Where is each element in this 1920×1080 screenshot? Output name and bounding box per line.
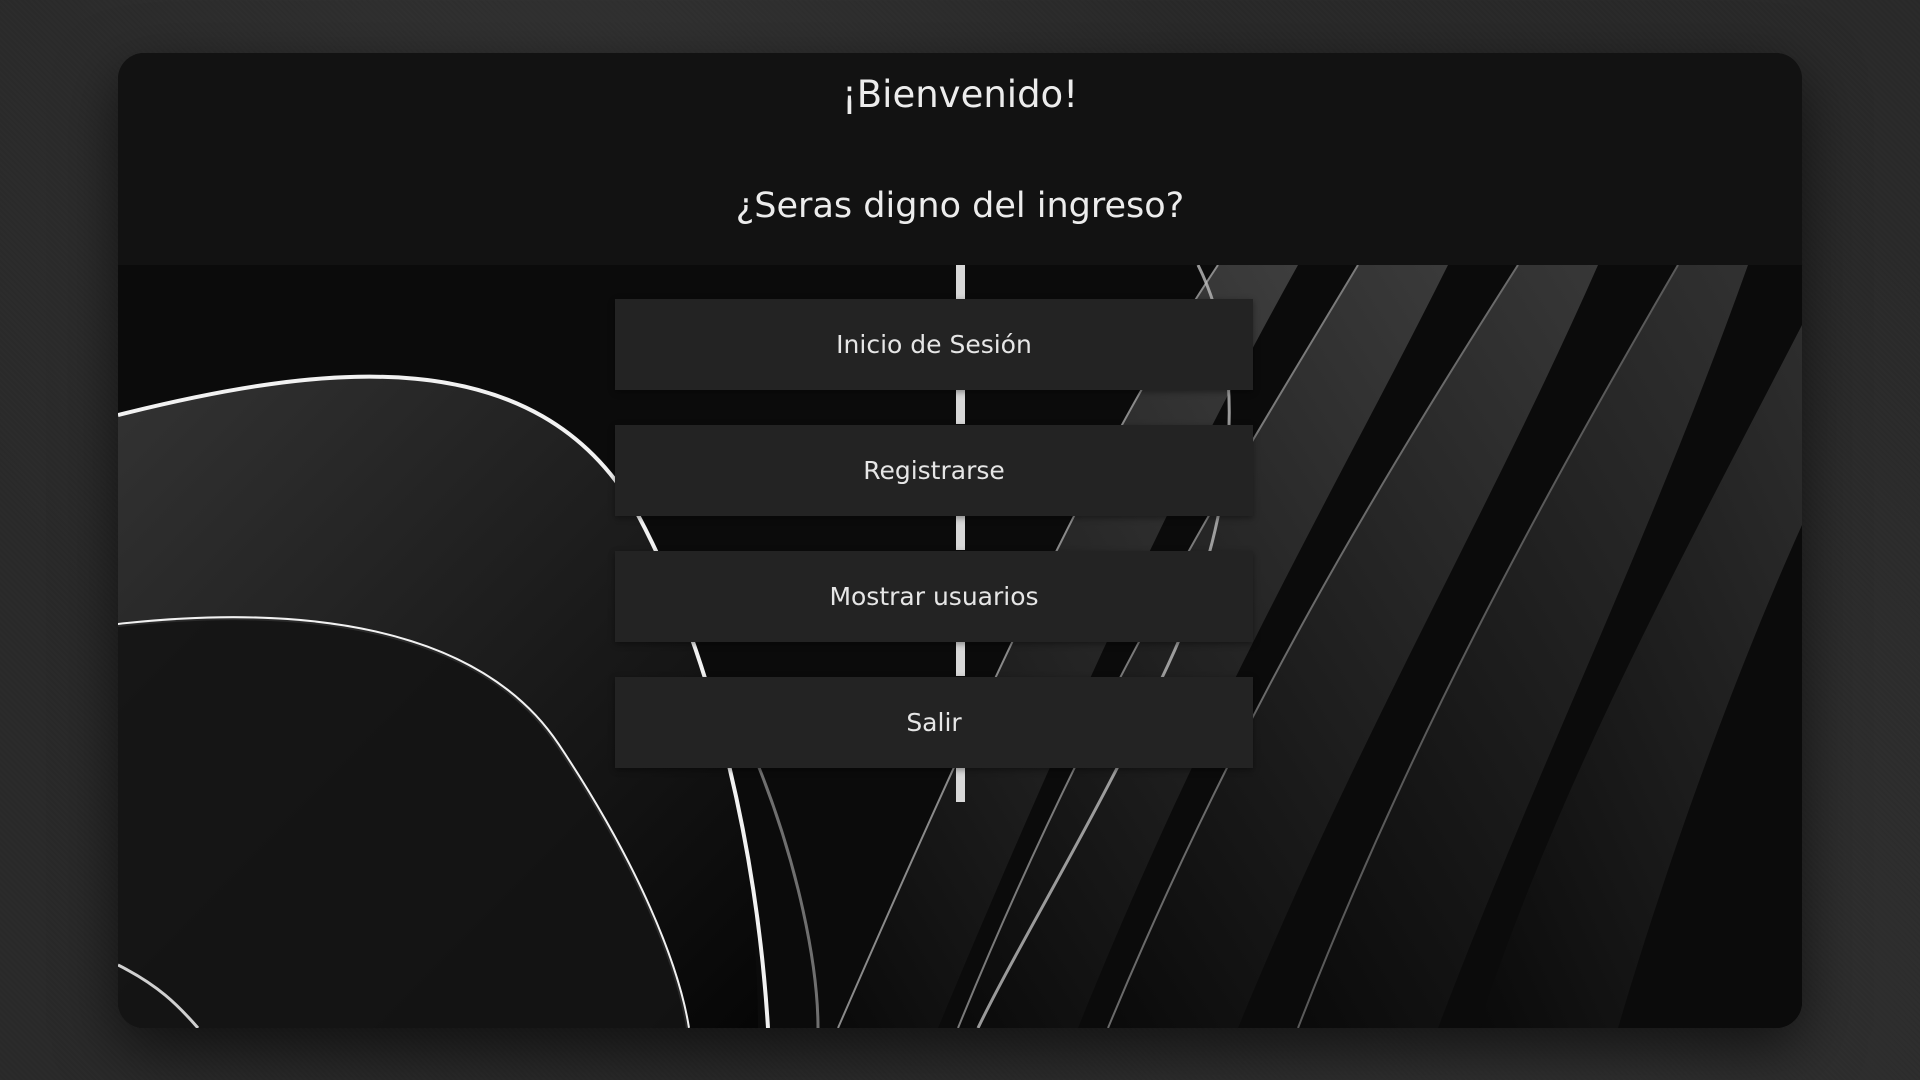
- app-window: ¡Bienvenido! ¿Seras digno del ingreso? I…: [118, 53, 1802, 1028]
- connector-bar: [956, 265, 965, 299]
- show-users-button[interactable]: Mostrar usuarios: [615, 551, 1253, 642]
- exit-button[interactable]: Salir: [615, 677, 1253, 768]
- login-button-label: Inicio de Sesión: [836, 330, 1032, 359]
- page-subtitle: ¿Seras digno del ingreso?: [735, 186, 1185, 226]
- register-button-label: Registrarse: [863, 456, 1005, 485]
- exit-button-label: Salir: [906, 708, 962, 737]
- login-button[interactable]: Inicio de Sesión: [615, 299, 1253, 390]
- show-users-button-label: Mostrar usuarios: [829, 582, 1039, 611]
- page-title: ¡Bienvenido!: [841, 73, 1079, 116]
- connector-bar: [956, 768, 965, 802]
- connector-bar: [956, 390, 965, 424]
- connector-bar: [956, 516, 965, 550]
- register-button[interactable]: Registrarse: [615, 425, 1253, 516]
- window-header: ¡Bienvenido! ¿Seras digno del ingreso?: [118, 53, 1802, 265]
- connector-bar: [956, 642, 965, 676]
